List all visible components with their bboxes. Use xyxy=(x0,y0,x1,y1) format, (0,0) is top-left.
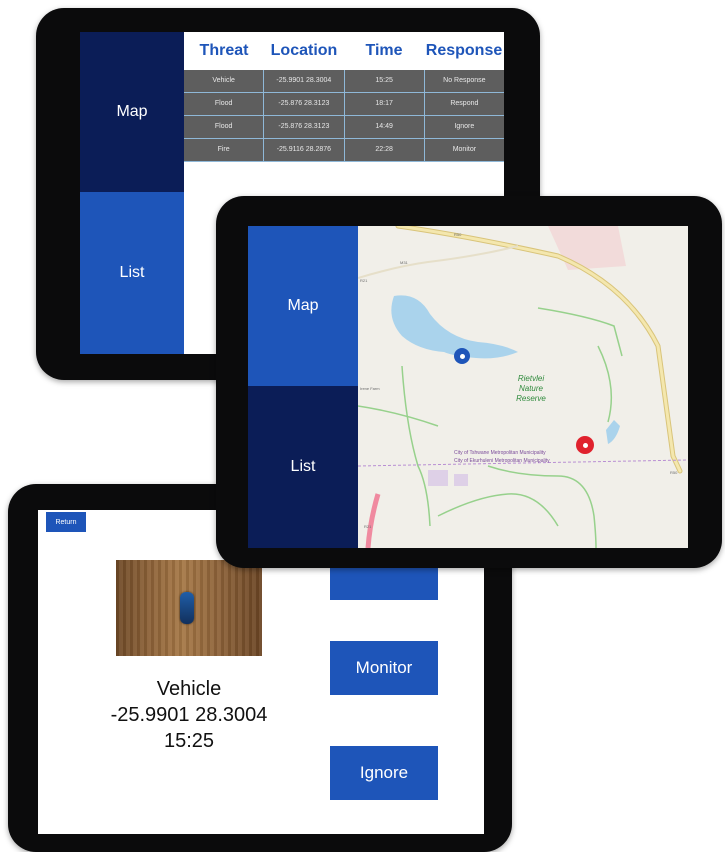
threat-details: Vehicle -25.9901 28.3004 15:25 xyxy=(72,676,306,754)
threat-photo xyxy=(116,560,262,656)
cell-threat: Flood xyxy=(184,93,265,115)
sidebar-map-label: Map xyxy=(287,297,319,314)
sidebar-map-button[interactable]: Map xyxy=(248,226,358,386)
cell-response: Respond xyxy=(450,100,479,107)
reserve-label: Rietvlei Nature Reserve xyxy=(516,374,546,403)
cell-location: -25.876 28.3123 xyxy=(264,116,345,138)
road-label: R50 xyxy=(670,470,678,475)
cell-threat: Flood xyxy=(184,116,265,138)
vehicle-image xyxy=(180,592,194,624)
cell-location: -25.876 28.3123 xyxy=(264,93,345,115)
map-screen: Map List Rietvlei Nature Reserve City of… xyxy=(248,226,688,548)
place-label: Irene Farm xyxy=(360,386,380,391)
header-threat: Threat xyxy=(199,42,249,59)
table-row[interactable]: Flood -25.876 28.3123 18:17 Respond xyxy=(184,93,504,116)
cell-threat: Fire xyxy=(184,139,265,161)
blue-marker[interactable] xyxy=(454,348,470,364)
municipality-label-ekurhuleni: City of Ekurhuleni Metropolitan Municipa… xyxy=(454,458,550,464)
municipality-label-tshwane: City of Tshwane Metropolitan Municipalit… xyxy=(454,450,546,456)
table-row[interactable]: Flood -25.876 28.3123 14:49 Ignore xyxy=(184,116,504,139)
ignore-label: Ignore xyxy=(359,763,409,782)
monitor-button[interactable]: Monitor xyxy=(330,641,438,695)
sidebar-list-button[interactable]: List xyxy=(80,192,184,354)
sidebar-list-label: List xyxy=(119,264,145,281)
table-header: Threat Location Time Response xyxy=(184,32,504,70)
sidebar-map-label: Map xyxy=(116,103,148,120)
cell-location: -25.9901 28.3004 xyxy=(264,70,345,92)
sidebar-list-label: List xyxy=(290,458,316,475)
cell-response: Ignore xyxy=(454,123,475,130)
road-label: R50 xyxy=(454,232,462,237)
header-location: Location xyxy=(270,42,338,59)
cell-location: -25.9116 28.2876 xyxy=(264,139,345,161)
cell-time: 22:28 xyxy=(345,139,425,161)
threat-location: -25.9901 28.3004 xyxy=(110,704,268,726)
return-button[interactable]: Return xyxy=(46,512,86,532)
cell-time: 15:25 xyxy=(345,70,425,92)
map-view[interactable]: Rietvlei Nature Reserve City of Tshwane … xyxy=(358,226,688,548)
threat-type: Vehicle xyxy=(156,678,222,700)
header-response: Response xyxy=(425,42,503,59)
table-row[interactable]: Fire -25.9116 28.2876 22:28 Monitor xyxy=(184,139,504,162)
map-tablet: Map List Rietvlei Nature Reserve City of… xyxy=(216,196,722,568)
sidebar-map-button[interactable]: Map xyxy=(80,32,184,192)
table-row[interactable]: Vehicle -25.9901 28.3004 15:25 No Respon… xyxy=(184,70,504,93)
monitor-label: Monitor xyxy=(355,658,413,677)
return-label: Return xyxy=(55,518,77,526)
sidebar-list-button[interactable]: List xyxy=(248,386,358,548)
cell-threat: Vehicle xyxy=(184,70,265,92)
road-label: R21 xyxy=(364,524,372,529)
threat-time: 15:25 xyxy=(163,730,215,752)
road-label: R21 xyxy=(360,278,368,283)
threat-table: Threat Location Time Response Vehicle -2… xyxy=(184,32,504,162)
cell-time: 18:17 xyxy=(345,93,425,115)
red-marker[interactable] xyxy=(576,436,594,454)
ignore-button[interactable]: Ignore xyxy=(330,746,438,800)
road-label: M31 xyxy=(400,260,408,265)
cell-response: No Response xyxy=(443,77,486,84)
cell-time: 14:49 xyxy=(345,116,425,138)
header-time: Time xyxy=(365,42,403,59)
cell-response: Monitor xyxy=(452,146,477,153)
